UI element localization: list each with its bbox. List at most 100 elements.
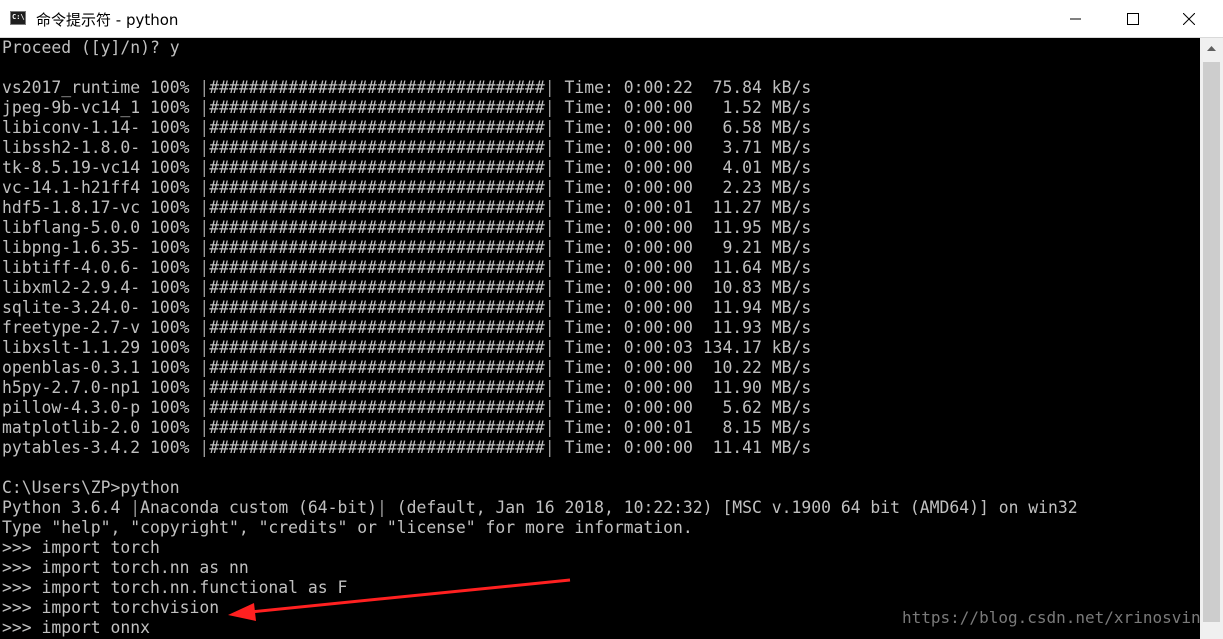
progress-bar: ##################################	[209, 138, 545, 157]
bar-sep: |	[544, 358, 565, 377]
download-speed: 11.41 MB/s	[702, 438, 812, 457]
speed-sep	[693, 438, 703, 457]
pct-sep	[140, 198, 150, 217]
download-percent: 100%	[150, 258, 190, 277]
maximize-button[interactable]	[1110, 0, 1156, 38]
repl-line: >>> import onnx	[2, 618, 151, 637]
bar-sep: |	[544, 418, 565, 437]
bar-sep: |	[544, 198, 565, 217]
download-percent: 100%	[150, 178, 190, 197]
scroll-thumb[interactable]	[1203, 62, 1220, 622]
download-row: vs2017_runtime 100% |###################…	[2, 78, 811, 98]
progress-bar: ##################################	[209, 358, 545, 377]
minimize-button[interactable]	[1053, 0, 1099, 38]
bar-sep: |	[189, 138, 210, 157]
download-speed: 10.83 MB/s	[702, 278, 812, 297]
proceed-prompt: Proceed ([y]/n)? y	[2, 38, 180, 57]
pct-sep	[140, 98, 150, 117]
bar-sep: |	[189, 118, 210, 137]
pct-sep	[140, 378, 150, 397]
download-time: Time: 0:00:00	[564, 118, 693, 137]
pct-sep	[140, 138, 150, 157]
speed-sep	[693, 78, 703, 97]
speed-sep	[693, 338, 703, 357]
speed-sep	[693, 418, 703, 437]
pct-sep	[140, 218, 150, 237]
speed-sep	[693, 318, 703, 337]
package-name: matplotlib-2.0	[2, 418, 141, 437]
bar-sep: |	[189, 398, 210, 417]
speed-sep	[693, 118, 703, 137]
download-row: libpng-1.6.35- 100% |###################…	[2, 238, 811, 258]
speed-sep	[693, 298, 703, 317]
progress-bar: ##################################	[209, 418, 545, 437]
bar-sep: |	[544, 378, 565, 397]
download-row: tk-8.5.19-vc14 100% |###################…	[2, 158, 811, 178]
bar-sep: |	[544, 178, 565, 197]
bar-sep: |	[544, 338, 565, 357]
download-percent: 100%	[150, 278, 190, 297]
download-time: Time: 0:00:00	[564, 438, 693, 457]
download-row: freetype-2.7-v 100% |###################…	[2, 318, 811, 338]
close-button[interactable]	[1166, 0, 1212, 38]
pct-sep	[140, 158, 150, 177]
download-speed: 75.84 kB/s	[702, 78, 812, 97]
bar-sep: |	[189, 158, 210, 177]
bar-sep: |	[189, 198, 210, 217]
pct-sep	[140, 258, 150, 277]
bar-sep: |	[544, 118, 565, 137]
pct-sep	[140, 358, 150, 377]
bar-sep: |	[189, 98, 210, 117]
download-time: Time: 0:00:03	[564, 338, 693, 357]
cmd-icon-label: C:\.	[12, 13, 29, 21]
bar-sep: |	[189, 278, 210, 297]
download-percent: 100%	[150, 138, 190, 157]
vertical-scrollbar[interactable]	[1200, 38, 1223, 639]
scroll-up-arrow-icon	[1207, 46, 1216, 51]
download-speed: 134.17 kB/s	[702, 338, 812, 357]
download-percent: 100%	[150, 298, 190, 317]
download-speed: 5.62 MB/s	[702, 398, 812, 417]
banner-distribution: Anaconda custom (64-bit)	[140, 498, 378, 517]
progress-bar: ##################################	[209, 258, 545, 277]
python-help-line: Type "help", "copyright", "credits" or "…	[2, 518, 693, 537]
download-speed: 11.27 MB/s	[702, 198, 812, 217]
package-name: libtiff-4.0.6-	[2, 258, 141, 277]
maximize-icon	[1127, 13, 1139, 25]
pct-sep	[140, 318, 150, 337]
bar-sep: |	[189, 358, 210, 377]
speed-sep	[693, 278, 703, 297]
download-speed: 8.15 MB/s	[702, 418, 812, 437]
speed-sep	[693, 178, 703, 197]
pct-sep	[140, 278, 150, 297]
package-name: libxml2-2.9.4-	[2, 278, 141, 297]
package-name: tk-8.5.19-vc14	[2, 158, 141, 177]
download-speed: 2.23 MB/s	[702, 178, 812, 197]
title-bar[interactable]: C:\. 命令提示符 - python	[0, 0, 1223, 38]
package-name: h5py-2.7.0-np1	[2, 378, 141, 397]
bar-sep: |	[189, 178, 210, 197]
download-time: Time: 0:00:00	[564, 138, 693, 157]
banner-separator: |	[130, 498, 141, 517]
package-name: libiconv-1.14-	[2, 118, 141, 137]
bar-sep: |	[544, 258, 565, 277]
progress-bar: ##################################	[209, 98, 545, 117]
download-speed: 11.93 MB/s	[702, 318, 812, 337]
close-icon	[1183, 13, 1195, 25]
speed-sep	[693, 358, 703, 377]
console-output[interactable]: Proceed ([y]/n)? y vs2017_runtime 100% |…	[0, 38, 1200, 639]
package-name: vs2017_runtime	[2, 78, 141, 97]
download-time: Time: 0:00:00	[564, 278, 693, 297]
repl-line: >>> import torch.nn.functional as F	[2, 578, 348, 597]
progress-bar: ##################################	[209, 158, 545, 177]
download-row: sqlite-3.24.0- 100% |###################…	[2, 298, 811, 318]
speed-sep	[693, 218, 703, 237]
download-row: libtiff-4.0.6- 100% |###################…	[2, 258, 811, 278]
repl-line: >>> import torchvision	[2, 598, 220, 617]
progress-bar: ##################################	[209, 398, 545, 417]
download-speed: 9.21 MB/s	[702, 238, 812, 257]
repl-line: >>> import torch	[2, 538, 160, 557]
download-row: h5py-2.7.0-np1 100% |###################…	[2, 378, 811, 398]
scroll-up-button[interactable]	[1200, 38, 1223, 58]
bar-sep: |	[544, 218, 565, 237]
